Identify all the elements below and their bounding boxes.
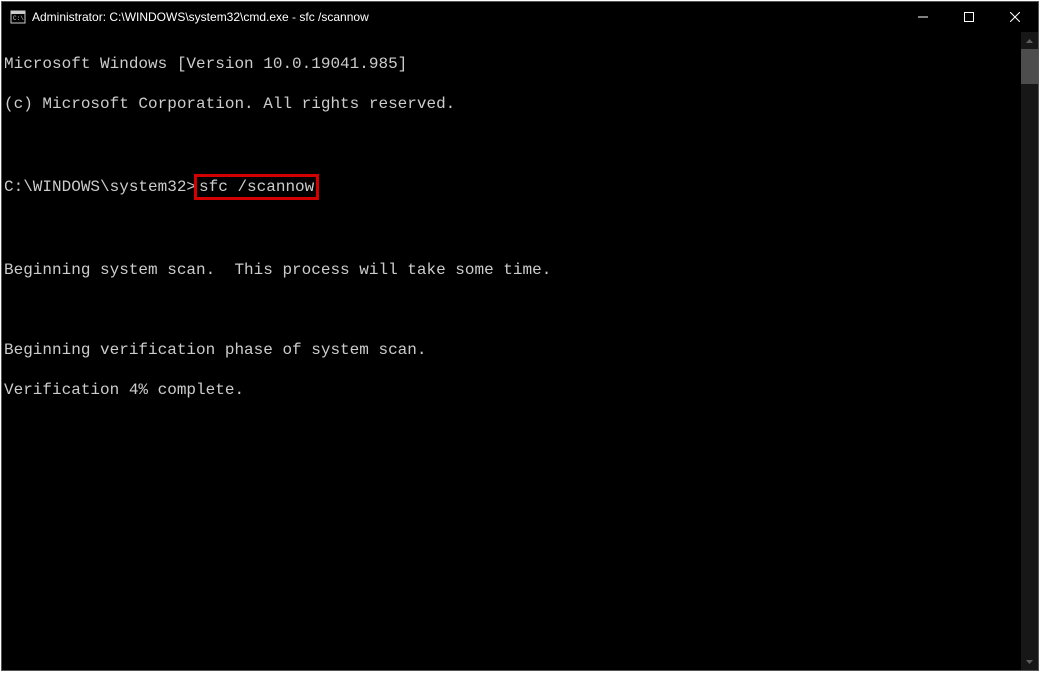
typed-command: sfc /scannow — [199, 178, 314, 196]
window-controls — [900, 2, 1038, 32]
output-line — [4, 220, 1021, 240]
terminal-output[interactable]: Microsoft Windows [Version 10.0.19041.98… — [2, 32, 1021, 670]
output-line — [4, 300, 1021, 320]
scroll-down-arrow-icon[interactable] — [1021, 653, 1038, 670]
window-title: Administrator: C:\WINDOWS\system32\cmd.e… — [32, 10, 900, 24]
output-line: Microsoft Windows [Version 10.0.19041.98… — [4, 54, 1021, 74]
typed-command-highlight: sfc /scannow — [194, 174, 319, 200]
titlebar[interactable]: C:\ Administrator: C:\WINDOWS\system32\c… — [2, 2, 1038, 32]
output-line: (c) Microsoft Corporation. All rights re… — [4, 94, 1021, 114]
vertical-scrollbar[interactable] — [1021, 32, 1038, 670]
cmd-window: C:\ Administrator: C:\WINDOWS\system32\c… — [1, 1, 1039, 671]
output-line: Beginning verification phase of system s… — [4, 340, 1021, 360]
content-area: Microsoft Windows [Version 10.0.19041.98… — [2, 32, 1038, 670]
svg-text:C:\: C:\ — [13, 15, 24, 22]
output-line: Verification 4% complete. — [4, 380, 1021, 400]
output-line: Beginning system scan. This process will… — [4, 260, 1021, 280]
cmd-icon: C:\ — [10, 9, 26, 25]
maximize-button[interactable] — [946, 2, 992, 32]
output-line — [4, 134, 1021, 154]
prompt-prefix: C:\WINDOWS\system32> — [4, 178, 196, 196]
scroll-thumb[interactable] — [1021, 49, 1038, 84]
minimize-button[interactable] — [900, 2, 946, 32]
prompt-line: C:\WINDOWS\system32>sfc /scannow — [4, 174, 1021, 200]
scroll-up-arrow-icon[interactable] — [1021, 32, 1038, 49]
close-button[interactable] — [992, 2, 1038, 32]
